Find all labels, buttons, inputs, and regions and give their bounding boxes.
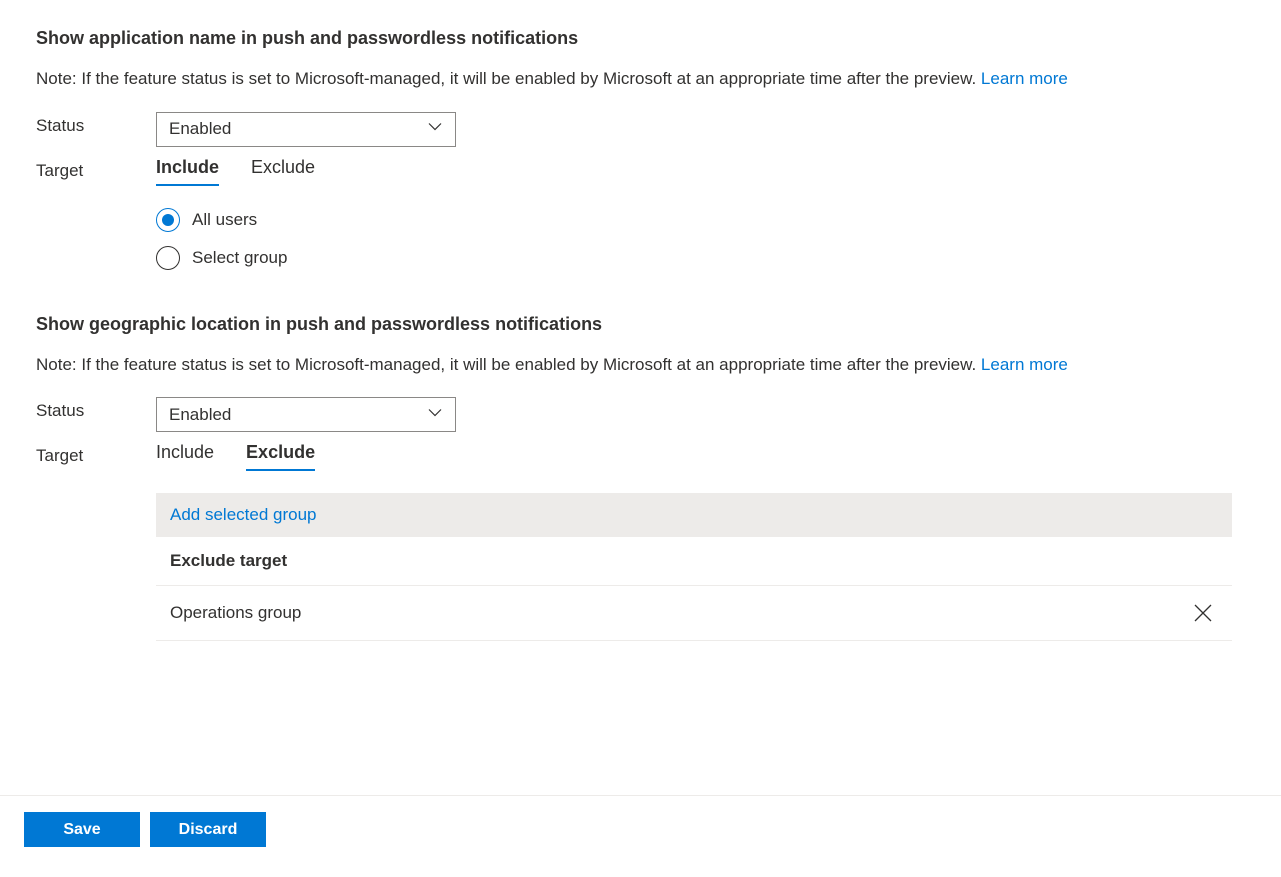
section-app-name: Show application name in push and passwo… (36, 28, 1245, 270)
footer-bar: Save Discard (0, 795, 1281, 877)
radio-circle-icon (156, 246, 180, 270)
target-tabs: Include Exclude (156, 442, 1245, 471)
note-text: Note: If the feature status is set to Mi… (36, 67, 1245, 92)
status-row: Status Enabled (36, 397, 1245, 432)
radio-label: Select group (192, 248, 287, 268)
status-row: Status Enabled (36, 112, 1245, 147)
radio-select-group[interactable]: Select group (156, 246, 1245, 270)
section-heading: Show geographic location in push and pas… (36, 314, 1245, 335)
target-tabs: Include Exclude (156, 157, 1245, 186)
exclude-item-name: Operations group (170, 603, 301, 623)
status-select[interactable]: Enabled (156, 112, 456, 147)
exclude-panel: Add selected group Exclude target Operat… (156, 493, 1232, 641)
status-select-value: Enabled (169, 405, 231, 425)
save-button[interactable]: Save (24, 812, 140, 847)
status-select[interactable]: Enabled (156, 397, 456, 432)
status-select-value: Enabled (169, 119, 231, 139)
learn-more-link[interactable]: Learn more (981, 69, 1068, 88)
section-heading: Show application name in push and passwo… (36, 28, 1245, 49)
learn-more-link[interactable]: Learn more (981, 355, 1068, 374)
radio-all-users[interactable]: All users (156, 208, 1245, 232)
section-geo-location: Show geographic location in push and pas… (36, 314, 1245, 642)
close-icon (1192, 602, 1214, 624)
radio-label: All users (192, 210, 257, 230)
status-label: Status (36, 397, 156, 421)
note-body: Note: If the feature status is set to Mi… (36, 69, 981, 88)
exclude-table: Exclude target Operations group (156, 537, 1232, 641)
add-group-bar: Add selected group (156, 493, 1232, 537)
target-row: Target Include Exclude All users Se (36, 157, 1245, 270)
status-label: Status (36, 112, 156, 136)
target-row: Target Include Exclude Add selected grou… (36, 442, 1245, 641)
chevron-down-icon (427, 119, 443, 140)
chevron-down-icon (427, 404, 443, 425)
radio-circle-icon (156, 208, 180, 232)
tab-exclude[interactable]: Exclude (246, 442, 315, 471)
tab-exclude[interactable]: Exclude (251, 157, 315, 186)
exclude-target-header: Exclude target (156, 537, 1232, 586)
target-label: Target (36, 442, 156, 466)
target-radio-group: All users Select group (156, 208, 1245, 270)
discard-button[interactable]: Discard (150, 812, 266, 847)
exclude-row: Operations group (156, 586, 1232, 641)
tab-include[interactable]: Include (156, 157, 219, 186)
remove-exclude-button[interactable] (1188, 598, 1218, 628)
note-text: Note: If the feature status is set to Mi… (36, 353, 1245, 378)
note-body: Note: If the feature status is set to Mi… (36, 355, 981, 374)
target-label: Target (36, 157, 156, 181)
tab-include[interactable]: Include (156, 442, 214, 471)
add-selected-group-link[interactable]: Add selected group (170, 505, 317, 524)
